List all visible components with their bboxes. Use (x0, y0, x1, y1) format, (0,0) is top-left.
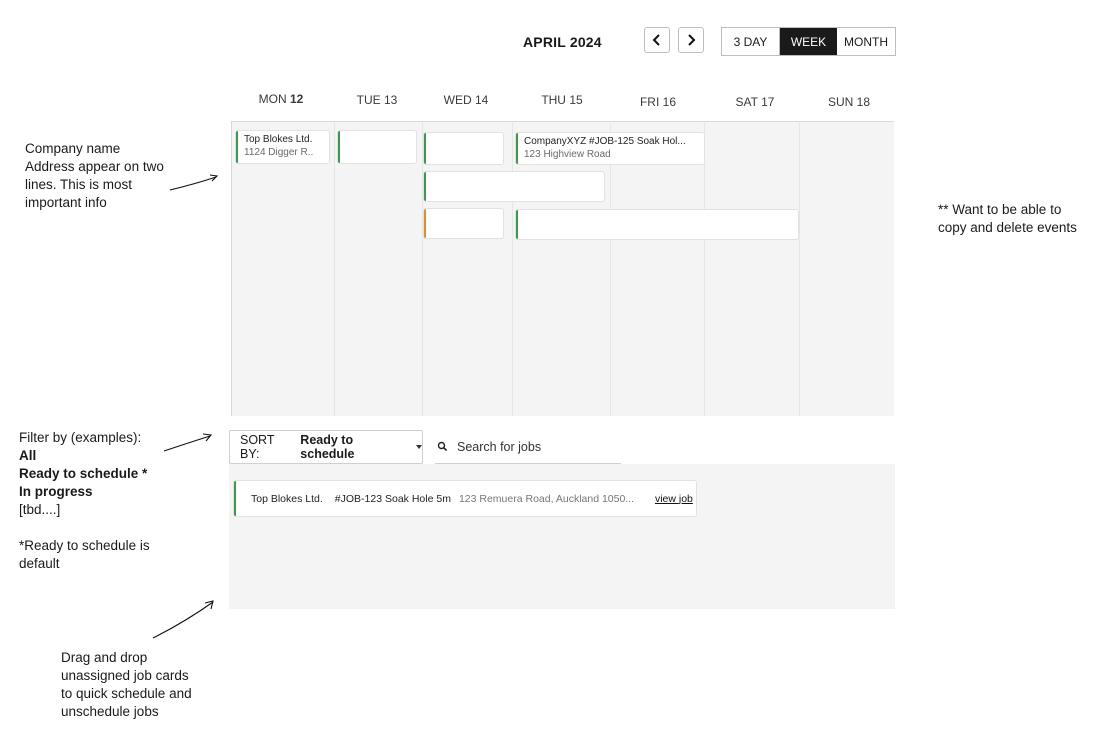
job-search (435, 430, 621, 464)
search-input[interactable] (455, 438, 619, 455)
job-number: #JOB-123 Soak Hole 5m (334, 492, 451, 505)
annotation-arrows (152, 174, 219, 639)
job-company: Top Blokes Ltd. (251, 492, 323, 505)
job-address: 123 Remuera Road, Auckland 1050... (458, 492, 635, 505)
view-job-link[interactable]: view job (655, 493, 693, 505)
search-icon (437, 441, 448, 451)
unassigned-job-card[interactable]: Top Blokes Ltd. #JOB-123 Soak Hole 5m 12… (234, 481, 696, 516)
sort-by-dropdown[interactable]: SORT BY: Ready to schedule (229, 430, 423, 464)
sort-label: SORT BY: (240, 433, 275, 461)
sort-value: Ready to schedule (300, 433, 355, 461)
caret-down-icon (416, 445, 422, 449)
